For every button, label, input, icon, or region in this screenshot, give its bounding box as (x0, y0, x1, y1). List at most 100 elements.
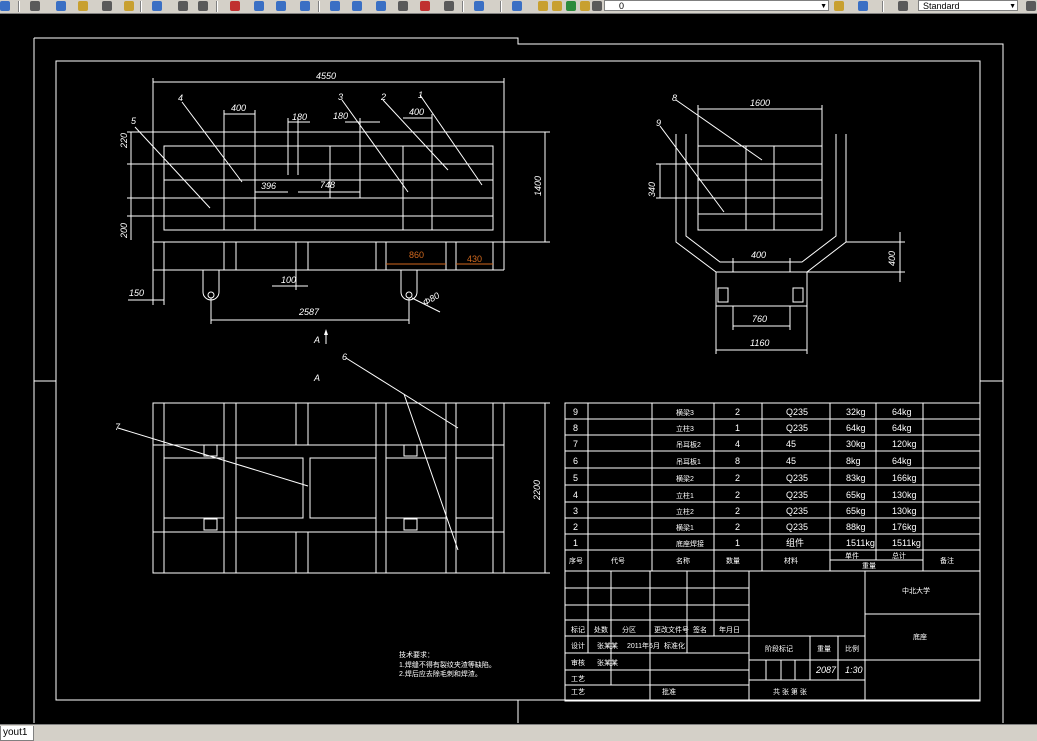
tb-rev-zone: 分区 (622, 625, 636, 634)
calculator-icon[interactable] (444, 1, 454, 11)
matchprop-brush-icon[interactable] (102, 1, 112, 11)
top-view (117, 357, 550, 574)
text-style-icon[interactable] (898, 1, 908, 11)
layer-manager-icon[interactable] (512, 1, 522, 11)
bom-cell-qty: 4 (735, 439, 740, 449)
notes-title: 技术要求： (399, 650, 434, 659)
layer-dropdown[interactable]: 0 ▼ (604, 0, 829, 11)
view-label-a: A (313, 373, 320, 383)
bom-cell-w1: 65kg (846, 506, 866, 516)
dim-style-icon[interactable] (1026, 1, 1036, 11)
toolbar-separator (216, 1, 218, 12)
bom-cell-name: 吊耳板1 (676, 457, 701, 466)
dim-220: 220 (119, 133, 129, 149)
zoom-window-icon[interactable] (276, 1, 286, 11)
sheet-set-icon[interactable] (398, 1, 408, 11)
layer-previous-icon[interactable] (858, 1, 868, 11)
globe-icon[interactable] (0, 1, 10, 11)
bom-cell-mat: Q235 (786, 490, 808, 500)
properties-icon[interactable] (330, 1, 340, 11)
zoom-realtime-icon[interactable] (254, 1, 264, 11)
layer-plot-icon[interactable] (580, 1, 590, 11)
help-icon[interactable] (474, 1, 484, 11)
bom-cell-w2: 166kg (892, 473, 917, 483)
bom-header-mat: 材料 (784, 556, 798, 565)
dim-748: 748 (320, 180, 335, 190)
tb-weight-label: 重量 (817, 645, 831, 653)
dim-1400: 1400 (533, 176, 543, 196)
layer-on-bulb-icon[interactable] (538, 1, 548, 11)
paste-icon[interactable] (78, 1, 88, 11)
bom-cell-no: 8 (573, 423, 578, 433)
layer-lock-icon[interactable] (566, 1, 576, 11)
dim-1600: 1600 (750, 98, 770, 108)
drawing-canvas[interactable]: .w{stroke:#fff;fill:none;stroke-width:1;… (0, 14, 1037, 724)
dim-1160: 1160 (750, 338, 769, 348)
pan-icon[interactable] (230, 1, 240, 11)
redo-dropdown-icon[interactable] (198, 1, 208, 11)
tab-layout1[interactable]: yout1 (0, 726, 35, 741)
bom-cell-name: 横梁3 (676, 408, 694, 417)
notes-line-1: 1.焊缝不得有裂纹夹渣等缺陷。 (399, 660, 496, 669)
publish-icon[interactable] (30, 1, 40, 11)
layer-color-icon[interactable] (592, 1, 602, 11)
layout-tab-bar: yout1 (0, 724, 1037, 741)
tb-designer: 张某某 (597, 641, 618, 650)
balloon-2: 2 (380, 92, 386, 102)
drawing-svg: .w{stroke:#fff;fill:none;stroke-width:1;… (33, 37, 1004, 723)
undo-icon[interactable] (152, 1, 162, 11)
bom-cell-w1: 83kg (846, 473, 866, 483)
bom-cell-mat: Q235 (786, 473, 808, 483)
bom-cell-name: 横梁1 (676, 523, 694, 532)
bom-cell-qty: 1 (735, 423, 740, 433)
design-center-icon[interactable] (352, 1, 362, 11)
tb-rev-count: 处数 (594, 625, 608, 634)
tb-sheet: 共 张 第 张 (773, 687, 807, 696)
bom-cell-no: 7 (573, 439, 578, 449)
layer-freeze-sun-icon[interactable] (552, 1, 562, 11)
zoom-previous-icon[interactable] (300, 1, 310, 11)
technical-notes: 技术要求： 1.焊缝不得有裂纹夹渣等缺陷。 2.焊后应去除毛刺和焊渣。 (399, 650, 496, 678)
text-style-dropdown[interactable]: Standard ▼ (918, 0, 1018, 11)
bom-cell-w2: 176kg (892, 522, 917, 532)
bom-cell-name: 立柱2 (676, 507, 694, 516)
dim-4550: 4550 (316, 71, 336, 81)
bom-cell-mat: Q235 (786, 407, 808, 417)
bom-cell-no: 5 (573, 473, 578, 483)
dim-150: 150 (129, 288, 144, 298)
dim-430: 430 (467, 254, 482, 264)
dim-180b: 180 (333, 111, 348, 121)
bom-cell-mat: Q235 (786, 423, 808, 433)
bom-header-weight: 重量 (862, 562, 876, 570)
bom-header-remark: 备注 (940, 556, 954, 565)
part-balloons: 1 2 3 4 5 6 7 8 9 A A (115, 90, 677, 432)
bom-cell-no: 2 (573, 522, 578, 532)
dim-2200: 2200 (532, 480, 542, 501)
bom-cell-name: 立柱1 (676, 491, 694, 500)
block-editor-icon[interactable] (124, 1, 134, 11)
markup-icon[interactable] (420, 1, 430, 11)
tool-palettes-icon[interactable] (376, 1, 386, 11)
copy-icon[interactable] (56, 1, 66, 11)
bom-cell-w2: 130kg (892, 506, 917, 516)
bom-cell-w1: 30kg (846, 439, 866, 449)
toolbar-separator (140, 1, 142, 12)
bom-header-single: 单件 (845, 551, 859, 560)
dim-400a: 400 (231, 103, 246, 113)
view-label-a-arrow: A (313, 335, 320, 345)
bom-cell-w2: 120kg (892, 439, 917, 449)
dim-396: 396 (261, 181, 276, 191)
tb-craft: 工艺 (571, 675, 585, 683)
dim-phi80: Φ80 (421, 290, 441, 307)
make-current-layer-icon[interactable] (834, 1, 844, 11)
dim-400c: 400 (751, 250, 766, 260)
toolbar: 0 ▼ Standard ▼ (0, 0, 1037, 14)
balloon-8: 8 (672, 93, 677, 103)
bom-header-no: 序号 (569, 556, 583, 565)
redo-icon[interactable] (178, 1, 188, 11)
tb-std: 标准化 (664, 641, 685, 650)
tb-drawing-name: 底座 (913, 632, 927, 641)
dim-400b: 400 (409, 107, 424, 117)
bom-cell-qty: 2 (735, 473, 740, 483)
tb-check: 审核 (571, 658, 585, 667)
